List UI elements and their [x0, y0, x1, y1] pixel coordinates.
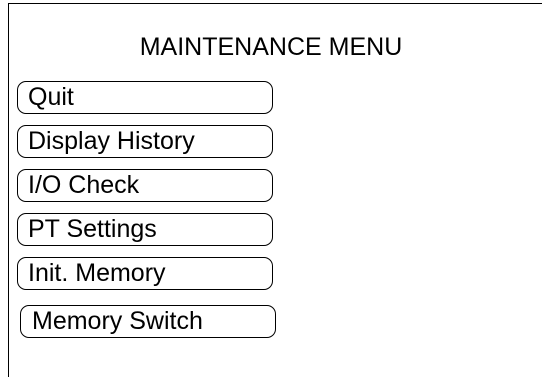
- io-check-button[interactable]: I/O Check: [17, 169, 273, 202]
- init-memory-button[interactable]: Init. Memory: [17, 257, 273, 290]
- memory-switch-button[interactable]: Memory Switch: [20, 305, 276, 338]
- maintenance-screen: MAINTENANCE MENU Quit Display History I/…: [0, 0, 542, 377]
- quit-button[interactable]: Quit: [17, 81, 273, 114]
- pt-settings-button[interactable]: PT Settings: [17, 213, 273, 246]
- menu-title: MAINTENANCE MENU: [139, 33, 403, 61]
- display-history-button[interactable]: Display History: [17, 125, 273, 158]
